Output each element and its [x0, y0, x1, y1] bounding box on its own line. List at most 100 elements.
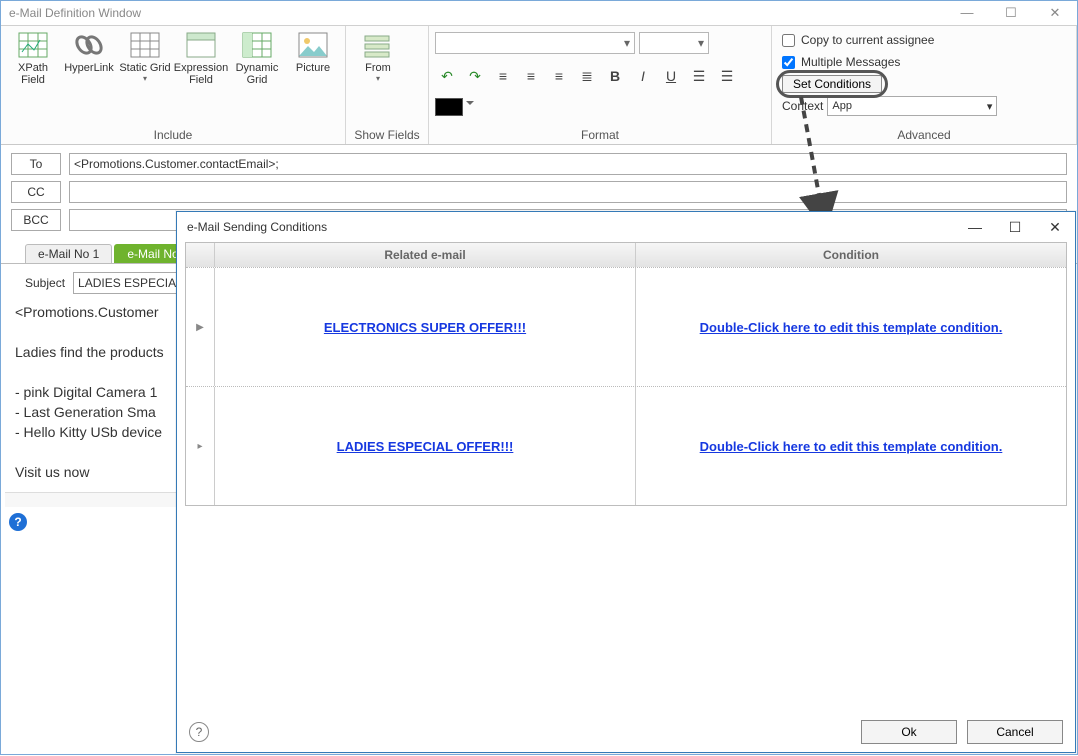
link-icon: [72, 30, 106, 60]
copy-assignee-checkbox[interactable]: [782, 34, 795, 47]
multiple-messages-label: Multiple Messages: [801, 55, 900, 69]
tool-label: HyperLink: [64, 62, 114, 74]
window-title: e-Mail Definition Window: [9, 1, 945, 25]
align-justify-icon: ≣: [581, 68, 593, 85]
ribbon-group-format: ▾ ▾ ↶ ↷ ≡ ≡ ≡ ≣ B I U ☰ ☰: [429, 26, 772, 144]
dialog-maximize-button[interactable]: ☐: [995, 212, 1035, 242]
numbers-icon: ☰: [721, 68, 734, 85]
dialog-title-bar: e-Mail Sending Conditions — ☐ ✕: [177, 212, 1075, 242]
tool-hyperlink[interactable]: HyperLink: [63, 30, 115, 74]
set-conditions-button[interactable]: Set Conditions: [782, 75, 882, 93]
align-justify-button[interactable]: ≣: [575, 64, 599, 88]
ribbon-group-advanced: Copy to current assignee Multiple Messag…: [772, 26, 1077, 144]
grid-header-related: Related e-mail: [215, 243, 636, 267]
dialog-close-button[interactable]: ✕: [1035, 212, 1075, 242]
context-combo[interactable]: App ▾: [827, 96, 997, 116]
chevron-down-icon: ▾: [624, 36, 630, 50]
chevron-down-icon: ▾: [987, 100, 993, 113]
align-left-button[interactable]: ≡: [491, 64, 515, 88]
to-field[interactable]: <Promotions.Customer.contactEmail>;: [69, 153, 1067, 175]
redo-button[interactable]: ↷: [463, 64, 487, 88]
tool-from[interactable]: From ▾: [352, 30, 404, 83]
ribbon-group-include: XPath Field HyperLink Static Grid ▾: [1, 26, 346, 144]
grid-icon: [128, 30, 162, 60]
grid-icon: [16, 30, 50, 60]
tool-label: XPath Field: [7, 62, 59, 86]
align-right-icon: ≡: [555, 68, 563, 84]
tool-label: Dynamic Grid: [231, 62, 283, 86]
related-email-link[interactable]: LADIES ESPECIAL OFFER!!!: [337, 439, 514, 454]
align-center-icon: ≡: [527, 68, 535, 84]
from-icon: [361, 30, 395, 60]
underline-icon: U: [666, 68, 676, 84]
tool-label: Picture: [296, 62, 330, 74]
close-button[interactable]: ✕: [1033, 1, 1077, 25]
related-email-link[interactable]: ELECTRONICS SUPER OFFER!!!: [324, 320, 526, 335]
edit-condition-link[interactable]: Double-Click here to edit this template …: [700, 320, 1003, 335]
tool-expression-field[interactable]: Expression Field: [175, 30, 227, 86]
multiple-messages-checkbox[interactable]: [782, 56, 795, 69]
cc-field[interactable]: [69, 181, 1067, 203]
grid-header-handle: [186, 243, 215, 267]
group-label: Advanced: [782, 126, 1066, 144]
grid-row[interactable]: ▸ LADIES ESPECIAL OFFER!!! Double-Click …: [186, 386, 1066, 505]
ribbon: XPath Field HyperLink Static Grid ▾: [1, 26, 1077, 145]
tool-dynamic-grid[interactable]: Dynamic Grid: [231, 30, 283, 86]
grid-header: Related e-mail Condition: [186, 243, 1066, 267]
conditions-grid: Related e-mail Condition ▶ ELECTRONICS S…: [185, 242, 1067, 506]
cc-button[interactable]: CC: [11, 181, 61, 203]
row-handle-icon[interactable]: ▶: [186, 268, 215, 386]
dialog-footer: ? Ok Cancel: [177, 712, 1075, 752]
subject-label: Subject: [25, 276, 65, 290]
bcc-button[interactable]: BCC: [11, 209, 61, 231]
italic-icon: I: [641, 68, 645, 84]
tool-label: Expression Field: [174, 62, 228, 86]
undo-icon: ↶: [441, 68, 453, 85]
context-label: Context: [782, 99, 823, 113]
bold-icon: B: [610, 68, 620, 84]
grid-row[interactable]: ▶ ELECTRONICS SUPER OFFER!!! Double-Clic…: [186, 267, 1066, 386]
tool-xpath-field[interactable]: XPath Field: [7, 30, 59, 86]
italic-button[interactable]: I: [631, 64, 655, 88]
sending-conditions-dialog: e-Mail Sending Conditions — ☐ ✕ Related …: [176, 211, 1076, 753]
group-label: Show Fields: [352, 126, 422, 144]
expression-icon: [184, 30, 218, 60]
bold-button[interactable]: B: [603, 64, 627, 88]
row-handle-icon[interactable]: ▸: [186, 387, 215, 505]
tab-email-1[interactable]: e-Mail No 1: [25, 244, 112, 263]
tool-label: Static Grid: [119, 62, 170, 74]
redo-icon: ↷: [469, 68, 481, 85]
grid-icon: [240, 30, 274, 60]
cancel-button[interactable]: Cancel: [967, 720, 1063, 744]
bullets-icon: ☰: [693, 68, 706, 85]
dialog-help-icon[interactable]: ?: [189, 722, 209, 742]
tool-static-grid[interactable]: Static Grid ▾: [119, 30, 171, 83]
align-center-button[interactable]: ≡: [519, 64, 543, 88]
maximize-button[interactable]: ☐: [989, 1, 1033, 25]
chevron-down-icon: ▾: [376, 74, 380, 83]
to-button[interactable]: To: [11, 153, 61, 175]
undo-button[interactable]: ↶: [435, 64, 459, 88]
font-family-combo[interactable]: ▾: [435, 32, 635, 54]
font-color-button[interactable]: [435, 98, 463, 116]
dialog-minimize-button[interactable]: —: [955, 212, 995, 242]
align-left-icon: ≡: [499, 68, 507, 84]
underline-button[interactable]: U: [659, 64, 683, 88]
align-right-button[interactable]: ≡: [547, 64, 571, 88]
tool-label: From: [365, 62, 391, 74]
title-bar: e-Mail Definition Window — ☐ ✕: [1, 1, 1077, 26]
font-size-combo[interactable]: ▾: [639, 32, 709, 54]
ok-button[interactable]: Ok: [861, 720, 957, 744]
edit-condition-link[interactable]: Double-Click here to edit this template …: [700, 439, 1003, 454]
ribbon-group-showfields: From ▾ Show Fields: [346, 26, 429, 144]
bullet-list-button[interactable]: ☰: [687, 64, 711, 88]
help-icon[interactable]: ?: [9, 513, 27, 531]
chevron-down-icon: ▾: [698, 36, 704, 50]
dialog-title: e-Mail Sending Conditions: [187, 220, 327, 234]
group-label: Include: [7, 126, 339, 144]
tool-picture[interactable]: Picture: [287, 30, 339, 74]
minimize-button[interactable]: —: [945, 1, 989, 25]
context-value: App: [832, 100, 852, 112]
number-list-button[interactable]: ☰: [715, 64, 739, 88]
grid-header-condition: Condition: [636, 243, 1066, 267]
